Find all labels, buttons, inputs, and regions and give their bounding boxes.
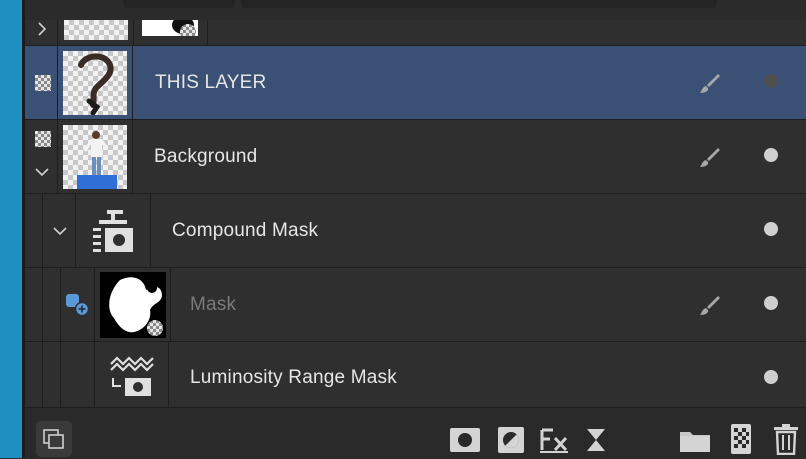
- checker-icon[interactable]: [35, 131, 51, 147]
- visibility-dot-icon[interactable]: [764, 74, 778, 88]
- visibility-dot-icon[interactable]: [764, 148, 778, 162]
- live-filter-icon[interactable]: [578, 422, 614, 458]
- layer-arrange-icon[interactable]: [36, 421, 72, 457]
- layer-thumbnail: [63, 51, 127, 115]
- layer-name: THIS LAYER: [155, 72, 267, 93]
- layer-row-background[interactable]: Background: [25, 120, 806, 194]
- layers-panel: THIS LAYER Background Compound Mask Mask…: [25, 0, 806, 459]
- mask-thumbnail: [100, 272, 166, 338]
- brush-icon[interactable]: [699, 294, 721, 316]
- visibility-dot-icon[interactable]: [764, 222, 778, 236]
- visibility-dot-icon[interactable]: [764, 296, 778, 310]
- layer-thumbnail: [63, 125, 127, 189]
- compound-mask-icon: [89, 208, 137, 254]
- pixel-layer-icon[interactable]: [723, 421, 759, 457]
- luminosity-range-icon: [109, 354, 155, 400]
- mask-layer-icon[interactable]: [447, 422, 483, 458]
- layer-row-this-layer[interactable]: THIS LAYER: [25, 46, 806, 120]
- group-folder-icon[interactable]: [677, 422, 713, 458]
- chevron-down-icon[interactable]: [34, 165, 50, 179]
- layer-thumbnail-partial: [64, 20, 128, 40]
- layer-row-compound-mask[interactable]: Compound Mask: [25, 194, 806, 268]
- adjustment-icon[interactable]: [493, 422, 529, 458]
- layer-name: Mask: [190, 294, 237, 315]
- layer-thumbnail-partial-2: [142, 20, 198, 36]
- visibility-dot-icon[interactable]: [764, 370, 778, 384]
- panel-top-bar: [25, 0, 806, 20]
- layer-row-partial[interactable]: [25, 20, 806, 46]
- layer-row-mask[interactable]: Mask: [25, 268, 806, 342]
- blend-mode-dropdown[interactable]: [123, 0, 235, 8]
- opacity-slider[interactable]: [241, 0, 717, 8]
- layer-name: Luminosity Range Mask: [190, 367, 397, 388]
- brush-icon[interactable]: [699, 146, 721, 168]
- layer-row-luminosity-range-mask[interactable]: Luminosity Range Mask: [25, 342, 806, 407]
- fx-icon[interactable]: [536, 422, 572, 458]
- chevron-right-icon[interactable]: [35, 21, 49, 37]
- mask-link-icon[interactable]: [65, 293, 91, 317]
- checker-icon[interactable]: [35, 75, 51, 91]
- layer-name: Compound Mask: [172, 220, 319, 241]
- layer-name: Background: [154, 146, 258, 167]
- brush-icon[interactable]: [699, 72, 721, 94]
- layers-bottom-toolbar: [25, 407, 806, 459]
- trash-icon[interactable]: [768, 421, 804, 457]
- window-edge: [0, 0, 22, 458]
- chevron-down-icon[interactable]: [52, 224, 68, 238]
